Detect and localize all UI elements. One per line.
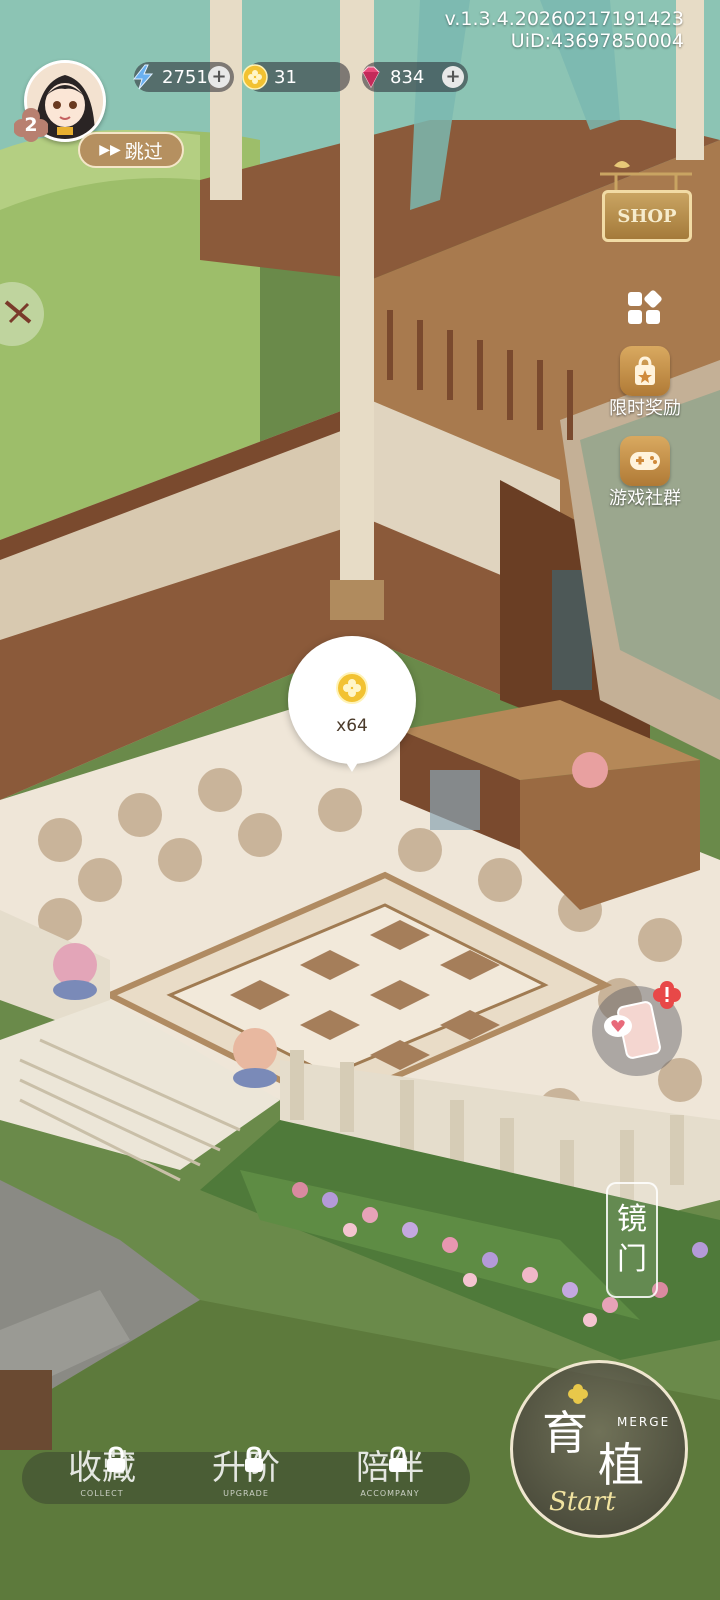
- side-drawer-handle[interactable]: [0, 282, 44, 346]
- clover-coin-icon: [336, 672, 368, 704]
- level-number: 2: [24, 114, 38, 136]
- mirror-gate-button[interactable]: 镜 门: [606, 1182, 658, 1298]
- collect-tab-label: 收藏: [68, 1448, 136, 1488]
- upgrade-tab-sub: UPGRADE: [223, 1489, 269, 1498]
- merge-start-button[interactable]: MERGE 育 植 Start 育植: [510, 1360, 688, 1538]
- version-build: v.1.3.4.20260217191423: [444, 8, 684, 30]
- lock-icon: [245, 1446, 263, 1472]
- game-community-label: 游戏社群: [609, 488, 681, 509]
- diamond-icon: [362, 66, 380, 89]
- reward-count: x64: [336, 716, 368, 736]
- merge-tag: MERGE: [617, 1415, 671, 1429]
- coin-value: 31: [274, 66, 297, 88]
- mirror-gate-char-1: 镜: [617, 1202, 647, 1237]
- merge-script: Start: [549, 1487, 616, 1517]
- uid-label: UiD:43697850004: [510, 30, 684, 52]
- gem-counter[interactable]: 834 +: [362, 62, 468, 92]
- shop-button[interactable]: SHOP: [602, 190, 692, 242]
- collect-tab[interactable]: 收藏 COLLECT: [52, 1440, 152, 1498]
- clover-icon: [568, 1384, 588, 1404]
- accompany-tab[interactable]: 陪伴 ACCOMPANY: [340, 1440, 440, 1498]
- notification-alert-icon: [652, 980, 682, 1010]
- game-community-button[interactable]: 游戏社群: [600, 436, 690, 509]
- collect-tab-sub: COLLECT: [80, 1489, 124, 1498]
- lightning-icon: [132, 64, 154, 90]
- sign-bracket-icon: [600, 161, 692, 190]
- version-info: v.1.3.4.20260217191423 UiD:43697850004: [445, 8, 684, 52]
- reward-bubble[interactable]: [288, 636, 416, 764]
- limited-reward-label: 限时奖励: [609, 398, 681, 419]
- shop-label: SHOP: [617, 205, 677, 227]
- skip-button[interactable]: ▶▶ 跳过: [78, 132, 184, 168]
- grid-menu-icon: [628, 290, 662, 324]
- lock-icon: [389, 1446, 407, 1472]
- gem-value: 834: [390, 66, 425, 88]
- add-gem-icon[interactable]: +: [442, 66, 464, 88]
- gift-bag-icon: [620, 346, 670, 396]
- level-badge: 2: [14, 108, 48, 142]
- energy-value: 2751: [162, 66, 208, 88]
- accompany-tab-sub: ACCOMPANY: [360, 1489, 420, 1498]
- reward-bubble-tail: [342, 756, 362, 772]
- add-energy-icon[interactable]: +: [208, 66, 230, 88]
- gamepad-icon: [620, 436, 670, 486]
- clover-coin-icon: [242, 64, 268, 90]
- merge-title-char-1: 育: [542, 1406, 588, 1460]
- fast-forward-icon: ▶▶: [99, 142, 121, 158]
- skip-button-label: 跳过: [124, 140, 163, 163]
- lock-icon: [107, 1446, 125, 1472]
- merge-title-char-2: 植: [598, 1438, 644, 1492]
- grid-menu-button[interactable]: [624, 288, 664, 328]
- coin-counter[interactable]: 31: [242, 62, 350, 92]
- limited-reward-button[interactable]: 限时奖励: [600, 346, 690, 419]
- energy-counter[interactable]: 2751 +: [132, 62, 234, 92]
- mirror-gate-char-2: 门: [617, 1242, 647, 1277]
- pin-icon: [4, 300, 32, 324]
- upgrade-tab[interactable]: 升阶 UPGRADE: [196, 1440, 296, 1498]
